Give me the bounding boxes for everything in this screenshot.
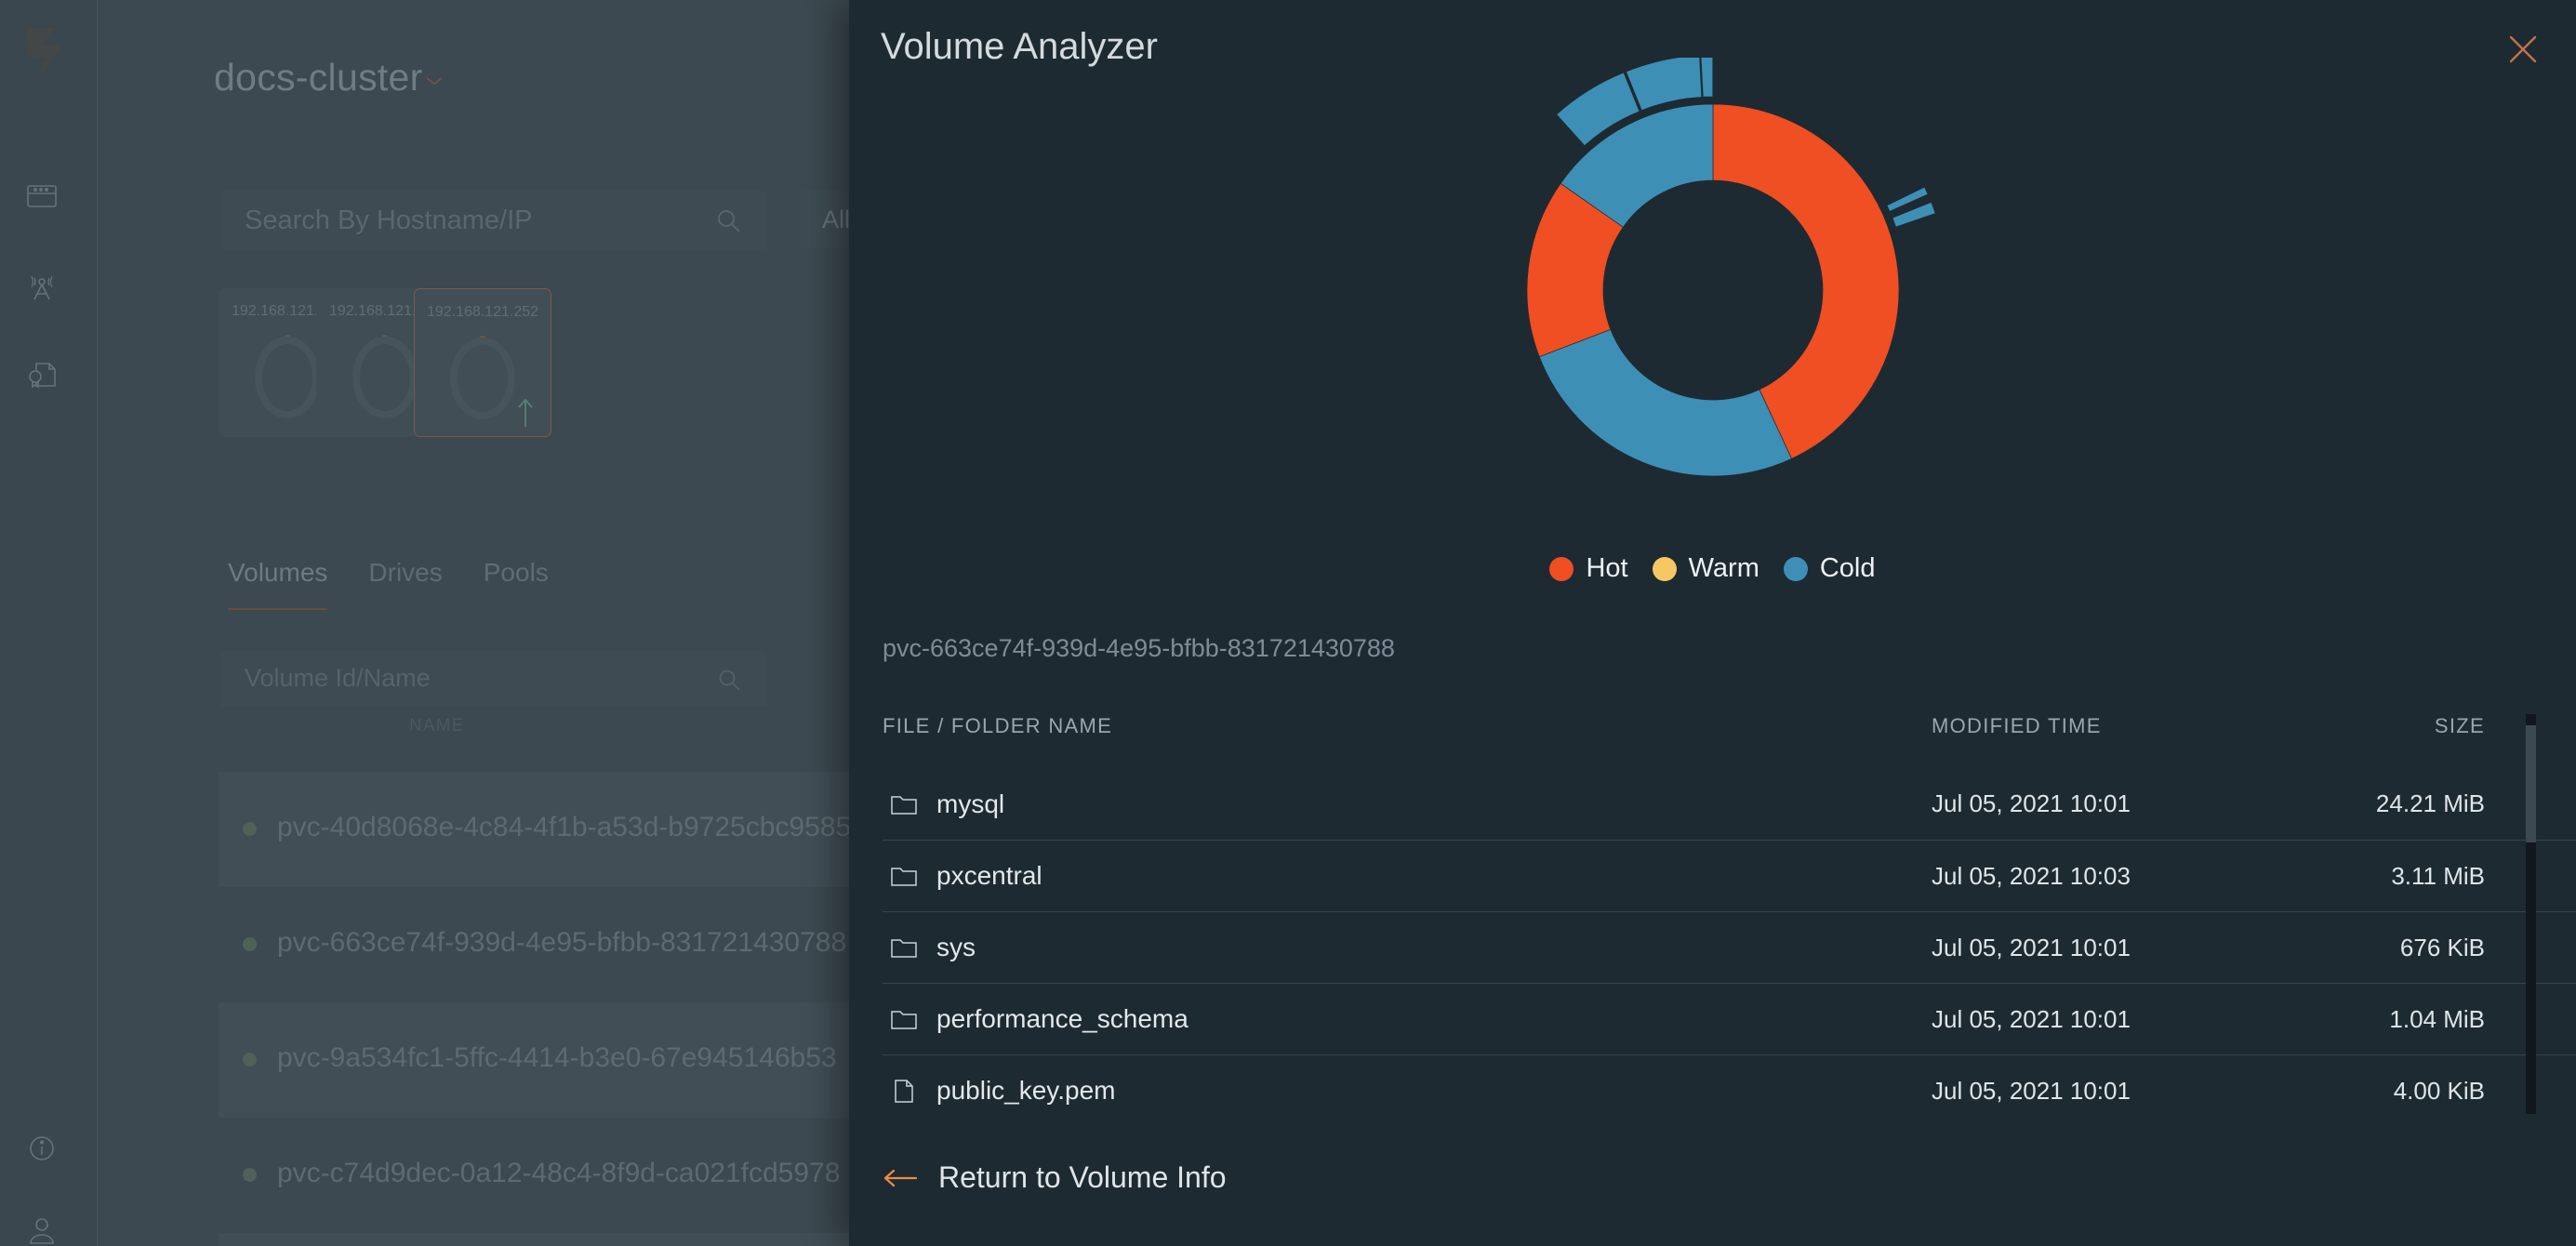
column-header-name: NAME bbox=[409, 716, 465, 736]
cluster-name[interactable]: docs-cluster bbox=[214, 56, 423, 99]
resource-tabs: Volumes Drives Pools bbox=[228, 558, 549, 610]
tab-pools[interactable]: Pools bbox=[484, 558, 549, 610]
portworx-logo-icon bbox=[19, 26, 71, 84]
column-header-file-name: FILE / FOLDER NAME bbox=[883, 714, 1112, 738]
file-size: 24.21 MiB bbox=[2376, 789, 2485, 818]
file-name: public_key.pem bbox=[936, 1076, 1115, 1106]
volume-id: pvc-663ce74f-939d-4e95-bfbb-831721430788 bbox=[883, 634, 1395, 663]
tab-volumes[interactable]: Volumes bbox=[228, 558, 327, 610]
status-dot bbox=[243, 937, 257, 951]
arrow-up-icon bbox=[515, 397, 536, 429]
temperature-donut-chart bbox=[849, 58, 2576, 523]
file-size: 4.00 KiB bbox=[2394, 1077, 2485, 1106]
search-icon bbox=[715, 207, 741, 233]
chart-legend: Hot Warm Cold bbox=[849, 553, 2576, 584]
search-input[interactable]: Search By Hostname/IP bbox=[219, 191, 767, 250]
legend-label-hot: Hot bbox=[1586, 553, 1627, 584]
search-icon bbox=[717, 668, 741, 692]
file-modified-time: Jul 05, 2021 10:01 bbox=[1932, 789, 2131, 818]
return-to-volume-info-link[interactable]: Return to Volume Info bbox=[883, 1160, 1227, 1195]
volume-search-placeholder: Volume Id/Name bbox=[245, 664, 431, 693]
file-table: FILE / FOLDER NAME MODIFIED TIME SIZE my… bbox=[883, 714, 2576, 1113]
status-dot bbox=[243, 1168, 257, 1182]
node-card-selected[interactable]: 192.168.121.252 bbox=[414, 288, 551, 437]
table-row[interactable]: mysql Jul 05, 2021 10:01 24.21 MiB bbox=[883, 768, 2576, 840]
donut-svg bbox=[1471, 58, 1955, 523]
legend-item-cold[interactable]: Cold bbox=[1784, 553, 1876, 584]
legend-item-hot[interactable]: Hot bbox=[1549, 553, 1627, 584]
file-size: 676 KiB bbox=[2400, 934, 2485, 962]
arrow-left-icon bbox=[883, 1166, 918, 1190]
table-row[interactable]: sys Jul 05, 2021 10:01 676 KiB bbox=[883, 911, 2576, 983]
file-modified-time: Jul 05, 2021 10:01 bbox=[1932, 934, 2131, 962]
sidebar-item-license[interactable] bbox=[20, 353, 63, 396]
folder-icon bbox=[890, 934, 918, 961]
volume-search-input[interactable]: Volume Id/Name bbox=[219, 651, 767, 707]
file-name: performance_schema bbox=[936, 1004, 1188, 1034]
file-modified-time: Jul 05, 2021 10:01 bbox=[1932, 1005, 2131, 1034]
search-placeholder: Search By Hostname/IP bbox=[245, 205, 532, 236]
app-root: docs-cluster Search By Hostname/IP All R… bbox=[0, 0, 2576, 1246]
table-row[interactable]: performance_schema Jul 05, 2021 10:01 1.… bbox=[883, 983, 2576, 1054]
status-dot bbox=[243, 822, 257, 836]
volume-name: pvc-c74d9dec-0a12-48c4-8f9d-ca021fcd5978 bbox=[277, 1158, 840, 1189]
table-row[interactable]: public_key.pem Jul 05, 2021 10:01 4.00 K… bbox=[883, 1054, 2576, 1113]
tab-drives[interactable]: Drives bbox=[368, 558, 442, 610]
user-icon[interactable] bbox=[20, 1209, 63, 1246]
node-ip: 192.168.121.252 bbox=[415, 304, 551, 321]
column-header-modified-time: MODIFIED TIME bbox=[1932, 714, 2102, 738]
status-dot bbox=[243, 1053, 257, 1067]
column-header-size: SIZE bbox=[2435, 714, 2485, 738]
sidebar-item-dashboard[interactable] bbox=[20, 175, 63, 218]
left-sidebar bbox=[0, 0, 98, 1246]
file-name: pxcentral bbox=[936, 861, 1042, 891]
file-size: 1.04 MiB bbox=[2389, 1005, 2485, 1034]
node-usage-ring bbox=[255, 337, 320, 418]
volume-analyzer-panel: Volume Analyzer Hot Warm bbox=[849, 0, 2576, 1246]
node-usage-ring bbox=[352, 337, 418, 418]
file-modified-time: Jul 05, 2021 10:03 bbox=[1932, 862, 2131, 891]
legend-swatch-cold bbox=[1784, 557, 1808, 581]
sidebar-item-monitoring[interactable] bbox=[20, 265, 63, 308]
folder-icon bbox=[890, 791, 918, 817]
node-usage-ring bbox=[450, 338, 515, 419]
volume-name: pvc-9a534fc1-5ffc-4414-b3e0-67e945146b53 bbox=[277, 1042, 837, 1074]
folder-icon bbox=[890, 1006, 918, 1032]
file-table-header: FILE / FOLDER NAME MODIFIED TIME SIZE bbox=[883, 714, 2576, 762]
file-table-scrollbar-thumb[interactable] bbox=[2526, 725, 2536, 842]
file-icon bbox=[890, 1078, 918, 1104]
file-modified-time: Jul 05, 2021 10:01 bbox=[1932, 1077, 2131, 1106]
file-size: 3.11 MiB bbox=[2391, 862, 2485, 891]
volume-name: pvc-40d8068e-4c84-4f1b-a53d-b9725cbc9585 bbox=[277, 812, 851, 843]
legend-swatch-hot bbox=[1549, 557, 1573, 581]
info-icon[interactable] bbox=[20, 1127, 63, 1170]
file-name: sys bbox=[936, 933, 976, 962]
file-table-body[interactable]: mysql Jul 05, 2021 10:01 24.21 MiB pxcen… bbox=[883, 768, 2576, 1113]
chevron-down-icon[interactable] bbox=[425, 74, 444, 86]
legend-swatch-warm bbox=[1653, 557, 1677, 581]
legend-label-warm: Warm bbox=[1689, 553, 1759, 584]
file-name: mysql bbox=[936, 789, 1004, 819]
legend-label-cold: Cold bbox=[1820, 553, 1876, 584]
legend-item-warm[interactable]: Warm bbox=[1653, 553, 1759, 584]
volume-name: pvc-663ce74f-939d-4e95-bfbb-831721430788 bbox=[277, 927, 846, 959]
folder-icon bbox=[890, 863, 918, 889]
return-to-volume-info-label: Return to Volume Info bbox=[938, 1160, 1227, 1195]
table-row[interactable]: pxcentral Jul 05, 2021 10:03 3.11 MiB bbox=[883, 840, 2576, 911]
